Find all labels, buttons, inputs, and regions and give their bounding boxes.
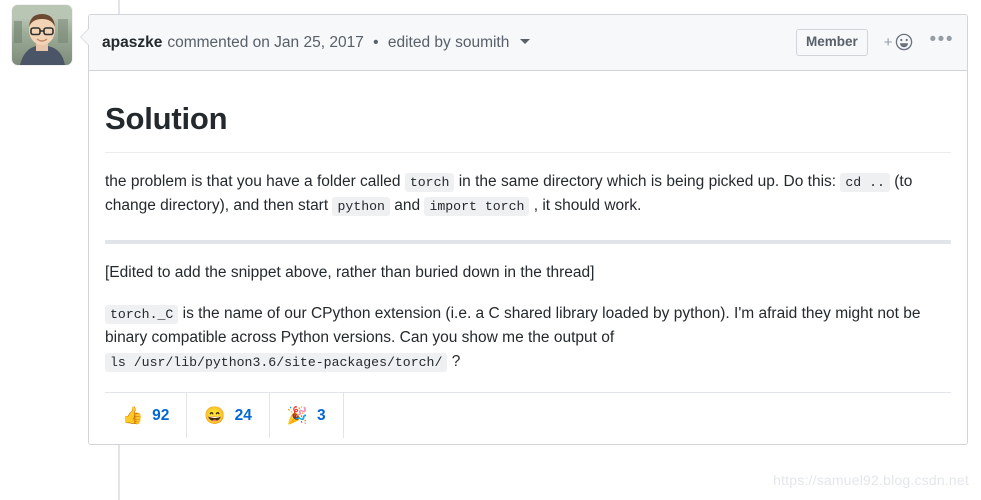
- p1-text-2: in the same directory which is being pic…: [454, 173, 841, 191]
- comment-card: apaszke commented on Jan 25, 2017 • edit…: [80, 14, 968, 446]
- comment-action-label: commented on: [167, 33, 270, 51]
- laugh-icon: 😄: [204, 406, 226, 426]
- paragraph-edited-note: [Edited to add the snippet above, rather…: [105, 264, 595, 282]
- hooray-icon: 🎉: [286, 406, 309, 426]
- reaction-thumbs-up[interactable]: 👍 92: [105, 393, 188, 439]
- comment-timeline: apaszke commented on Jan 25, 2017 • edit…: [0, 0, 981, 500]
- reactions-bar: 👍 92 😄 24 🎉 3: [105, 392, 951, 439]
- comment-header: apaszke commented on Jan 25, 2017 • edit…: [89, 15, 967, 71]
- section-divider: [105, 240, 951, 245]
- watermark: https://samuel92.blog.csdn.net: [773, 472, 969, 488]
- edited-by-label[interactable]: edited by soumith: [388, 34, 510, 51]
- header-separator: •: [373, 33, 379, 51]
- code-torch: torch: [404, 173, 455, 193]
- p1-text-4: and: [389, 197, 425, 215]
- code-import-torch: import torch: [424, 197, 530, 217]
- code-torch-c: torch._C: [105, 305, 179, 325]
- avatar-photo: [12, 5, 72, 65]
- p1-text-1: the problem is that you have a folder ca…: [105, 173, 405, 191]
- code-python: python: [332, 197, 390, 217]
- comment-menu-kebab-icon[interactable]: •••: [930, 30, 954, 50]
- page-title: Solution: [105, 95, 951, 154]
- member-badge: Member: [796, 29, 868, 56]
- comment-header-actions: Member + •••: [796, 29, 954, 56]
- reaction-hooray[interactable]: 🎉 3: [270, 393, 344, 439]
- comment-arrow: [81, 29, 89, 45]
- code-ls-path: ls /usr/lib/python3.6/site-packages/torc…: [105, 353, 448, 373]
- smiley-icon: [895, 33, 914, 52]
- comment-author-link[interactable]: apaszke: [102, 34, 162, 52]
- comment-timestamp-text: commented on Jan 25, 2017 • edited by so…: [167, 33, 530, 52]
- p3-text-1: is the name of our CPython extension (i.…: [105, 305, 921, 347]
- comment-body: Solution the problem is that you have a …: [89, 71, 967, 444]
- reaction-count-laugh: 24: [234, 406, 252, 424]
- paragraph-torch-c: torch._C is the name of our CPython exte…: [105, 302, 951, 374]
- reaction-count-hooray: 3: [317, 406, 326, 424]
- add-reaction-button[interactable]: +: [884, 33, 914, 52]
- avatar[interactable]: [12, 5, 72, 65]
- reaction-laugh[interactable]: 😄 24: [187, 393, 270, 439]
- plus-sign: +: [883, 34, 893, 51]
- reaction-count-thumbs-up: 92: [152, 406, 170, 424]
- code-cd-up: cd ..: [840, 173, 890, 193]
- p1-text-5: , it should work.: [529, 197, 642, 215]
- thumbs-up-icon: 👍: [122, 406, 144, 426]
- chevron-down-icon[interactable]: [519, 38, 530, 44]
- paragraph-problem: the problem is that you have a folder ca…: [105, 170, 951, 218]
- p3-text-2: ?: [447, 353, 461, 371]
- comment-date[interactable]: Jan 25, 2017: [274, 34, 364, 51]
